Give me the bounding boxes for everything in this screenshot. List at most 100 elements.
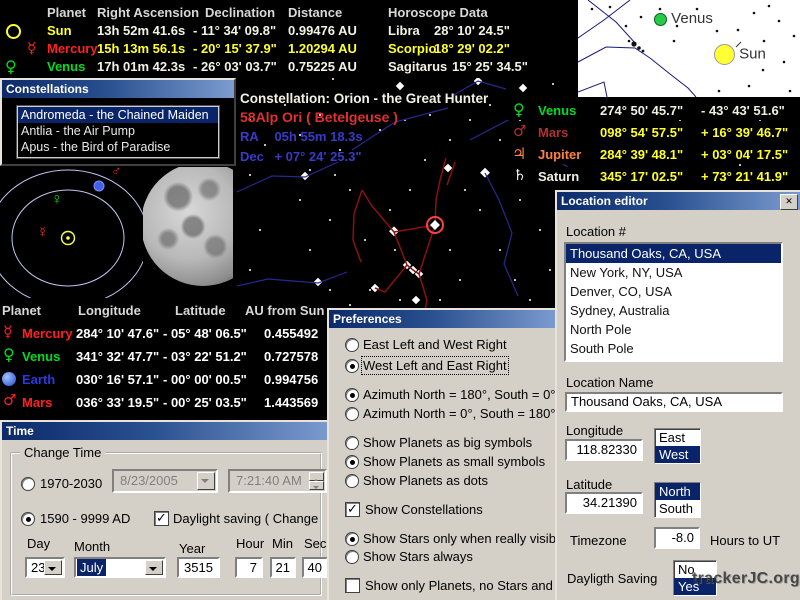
year-value: 3515 bbox=[184, 560, 213, 575]
list-item[interactable]: North bbox=[655, 483, 700, 500]
au-value: 0.455492 bbox=[264, 326, 319, 341]
venus-icon: ♀ bbox=[51, 191, 63, 208]
constellation-info: Constellation: Orion - the Great Hunter … bbox=[240, 91, 488, 166]
radio-stars-visible[interactable] bbox=[345, 532, 359, 546]
ra-value: 13h 52m 41.6s bbox=[97, 23, 186, 38]
radio-range-1970-label[interactable]: 1970-2030 bbox=[40, 476, 102, 491]
close-icon[interactable]: ✕ bbox=[780, 194, 798, 210]
radio-range-1970[interactable] bbox=[21, 477, 35, 491]
planet-name: Mars bbox=[22, 395, 53, 410]
list-item[interactable]: South bbox=[655, 500, 700, 517]
sign-deg-value: 15° 25' 34.5" bbox=[452, 59, 528, 74]
table-row: Sun 13h 52m 41.6s - 11° 34' 09.8" 0.9947… bbox=[0, 23, 578, 40]
list-item[interactable]: New York, NY, USA bbox=[566, 263, 781, 282]
longitude-field[interactable]: 118.82330 bbox=[565, 439, 643, 461]
constellations-titlebar[interactable]: Constellations bbox=[2, 80, 234, 98]
radio-west-left-label[interactable]: West Left and East Right bbox=[361, 356, 509, 375]
month-value: July bbox=[77, 559, 107, 576]
radio-east-left[interactable] bbox=[345, 338, 359, 352]
day-combobox[interactable]: 23 bbox=[25, 557, 65, 578]
lon-value: 274° 50' 45.7" bbox=[600, 103, 684, 118]
lat-value: - 03° 22' 51.2" bbox=[163, 349, 247, 364]
list-item[interactable]: North Pole bbox=[566, 320, 781, 339]
list-item[interactable]: Sydney, Australia bbox=[566, 301, 781, 320]
earth-icon bbox=[2, 372, 16, 386]
radio-planets-dots[interactable] bbox=[345, 474, 359, 488]
table-row: ♀ Venus 341° 32' 47.7" - 03° 22' 51.2" 0… bbox=[0, 347, 332, 365]
dropdown-arrow-icon[interactable] bbox=[197, 472, 215, 490]
latitude-field[interactable]: 34.21390 bbox=[565, 492, 643, 514]
date-combobox[interactable]: 8/23/2005 bbox=[112, 469, 218, 493]
list-item[interactable]: Apus - the Bird of Paradise bbox=[18, 139, 218, 155]
lat-value: - 43° 43' 51.6" bbox=[701, 103, 785, 118]
time-value: 7:21:40 AM bbox=[236, 473, 302, 488]
north-south-list[interactable]: North South bbox=[654, 482, 701, 518]
chart-sun-label: Sun bbox=[714, 44, 766, 65]
radio-azimuth-north-180[interactable] bbox=[345, 388, 359, 402]
dropdown-arrow-icon[interactable] bbox=[44, 560, 62, 575]
table-row: ♂ Mars 036° 33' 19.5" - 00° 25' 03.5" 1.… bbox=[0, 393, 332, 411]
time-spinner[interactable]: 7:21:40 AM bbox=[228, 469, 327, 493]
radio-east-left-label[interactable]: East Left and West Right bbox=[363, 337, 507, 352]
list-item[interactable]: South Pole bbox=[566, 339, 781, 358]
year-field[interactable]: 3515 bbox=[177, 557, 220, 578]
timezone-field[interactable]: -8.0 bbox=[654, 527, 700, 549]
only-planets-label[interactable]: Show only Planets, no Stars and no ( bbox=[365, 578, 579, 593]
preferences-titlebar[interactable]: Preferences bbox=[329, 310, 557, 328]
min-field[interactable]: 21 bbox=[270, 557, 296, 578]
radio-range-1590[interactable] bbox=[21, 512, 35, 526]
table-row: ♃ Jupiter 284° 39' 48.1" + 03° 04' 17.5" bbox=[505, 145, 800, 164]
mercury-icon: ☿ bbox=[3, 322, 13, 341]
lat-value: + 73° 21' 41.9" bbox=[701, 169, 789, 184]
planet-coordinates-panel: ♀ Venus 274° 50' 45.7" - 43° 43' 51.6" ♂… bbox=[505, 97, 800, 193]
distance-value: 1.20294 AU bbox=[288, 41, 357, 56]
ra-value: 17h 01m 42.3s bbox=[97, 59, 186, 74]
radio-planets-dots-label[interactable]: Show Planets as dots bbox=[363, 473, 488, 488]
table-row: ♀ Venus 17h 01m 42.3s - 26° 03' 03.7" 0.… bbox=[0, 59, 578, 76]
time-titlebar[interactable]: Time bbox=[2, 422, 332, 440]
radio-stars-always-label[interactable]: Show Stars always bbox=[363, 549, 473, 564]
sec-field[interactable]: 40 bbox=[302, 557, 328, 578]
radio-range-1590-label[interactable]: 1590 - 9999 AD bbox=[40, 511, 130, 526]
radio-azimuth-north-0[interactable] bbox=[345, 407, 359, 421]
year-label: Year bbox=[179, 541, 206, 556]
venus-marker-icon bbox=[654, 12, 667, 26]
list-item[interactable]: Thousand Oaks, CA, USA bbox=[566, 244, 781, 263]
east-west-list[interactable]: East West bbox=[654, 428, 701, 464]
venus-icon: ♀ bbox=[513, 100, 525, 119]
month-combobox[interactable]: July bbox=[74, 557, 166, 578]
only-planets-checkbox[interactable] bbox=[345, 578, 360, 593]
location-listbox[interactable]: Thousand Oaks, CA, USA New York, NY, USA… bbox=[564, 242, 783, 362]
list-item[interactable]: West bbox=[655, 446, 700, 463]
list-item[interactable]: Denver, CO, USA bbox=[566, 282, 781, 301]
radio-planets-small-label[interactable]: Show Planets as small symbols bbox=[363, 454, 545, 469]
lat-value: + 16° 39' 46.7" bbox=[701, 125, 789, 140]
location-name-field[interactable]: Thousand Oaks, CA, USA bbox=[565, 392, 783, 412]
radio-planets-big[interactable] bbox=[345, 436, 359, 450]
show-constellations-checkbox[interactable] bbox=[345, 501, 360, 517]
list-item[interactable]: Andromeda - the Chained Maiden bbox=[18, 107, 218, 123]
lon-value: 341° 32' 47.7" bbox=[76, 349, 160, 364]
mars-icon: ♂ bbox=[3, 391, 17, 409]
sec-label: Sec bbox=[304, 536, 327, 551]
daylight-saving-label[interactable]: Daylight saving ( Change bbox=[173, 511, 318, 526]
radio-planets-small[interactable] bbox=[345, 455, 359, 469]
constellation-listbox[interactable]: Andromeda - the Chained Maiden Antlia - … bbox=[17, 106, 219, 158]
radio-azimuth-north-0-label[interactable]: Azimuth North = 0°, South = 180° bbox=[363, 406, 556, 421]
radio-west-left[interactable] bbox=[345, 359, 359, 373]
col-au-from-sun: AU from Sun bbox=[245, 303, 325, 318]
moon-image bbox=[143, 158, 233, 298]
radio-stars-visible-label[interactable]: Show Stars only when really visible bbox=[363, 531, 566, 546]
location-editor-titlebar[interactable]: Location editor bbox=[557, 192, 800, 210]
radio-azimuth-north-180-label[interactable]: Azimuth North = 180°, South = 0° bbox=[363, 387, 556, 402]
radio-planets-big-label[interactable]: Show Planets as big symbols bbox=[363, 435, 532, 450]
hour-field[interactable]: 7 bbox=[235, 557, 263, 578]
daylight-saving-checkbox[interactable] bbox=[154, 510, 169, 526]
show-constellations-label[interactable]: Show Constellations bbox=[365, 502, 483, 517]
list-item[interactable]: East bbox=[655, 429, 700, 446]
dropdown-arrow-icon[interactable] bbox=[145, 560, 163, 575]
window-title: Time bbox=[6, 424, 34, 438]
spinner-arrows-icon[interactable] bbox=[309, 472, 324, 490]
radio-stars-always[interactable] bbox=[345, 550, 359, 564]
list-item[interactable]: Antlia - the Air Pump bbox=[18, 123, 218, 139]
